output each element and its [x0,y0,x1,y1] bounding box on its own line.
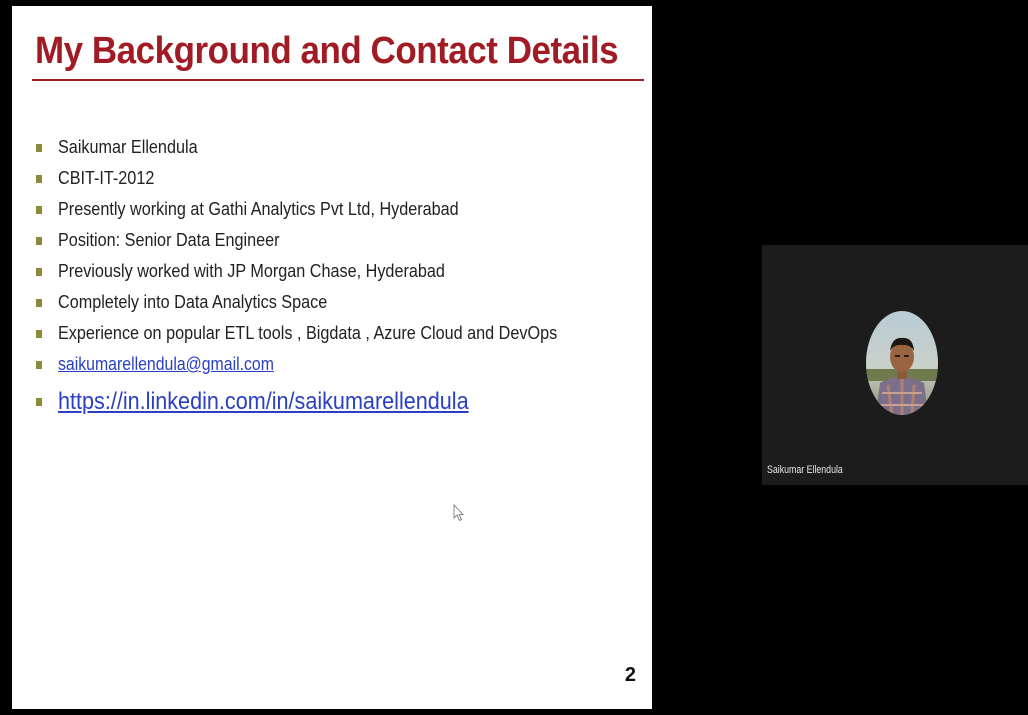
participant-video-tile[interactable]: Saikumar Ellendula [762,245,1028,485]
participant-photo [866,311,938,415]
shared-slide: My Background and Contact Details Saikum… [12,6,652,709]
list-item: Saikumar Ellendula [36,132,613,163]
list-item: saikumarellendula@gmail.com [36,349,613,380]
list-item: Completely into Data Analytics Space [36,287,613,318]
bullet-icon [36,143,42,152]
bullet-icon [36,174,42,183]
bullet-text: Previously worked with JP Morgan Chase, … [58,261,445,281]
bullet-text: Completely into Data Analytics Space [58,292,328,312]
bullet-icon [36,205,42,214]
email-link[interactable]: saikumarellendula@gmail.com [58,354,274,375]
bullet-icon [36,360,42,369]
window-edge [0,0,12,715]
bullet-icon [36,267,42,276]
title-underline [32,79,644,81]
list-item: https://in.linkedin.com/in/saikumarellen… [36,382,613,422]
bullet-list: Saikumar Ellendula CBIT-IT-2012 Presentl… [36,132,613,422]
list-item: Position: Senior Data Engineer [36,225,613,256]
list-item: Previously worked with JP Morgan Chase, … [36,256,613,287]
bullet-text: CBIT-IT-2012 [58,168,155,188]
bullet-text: Saikumar Ellendula [58,137,198,157]
list-item: Experience on popular ETL tools , Bigdat… [36,318,613,349]
meeting-window: My Background and Contact Details Saikum… [0,0,1028,715]
bullet-text: Presently working at Gathi Analytics Pvt… [58,199,459,219]
bullet-text: Position: Senior Data Engineer [58,230,280,250]
bullet-icon [36,236,42,245]
mouse-cursor-icon [453,504,465,522]
slide-title: My Background and Contact Details [35,30,619,72]
participant-name-label: Saikumar Ellendula [767,464,843,476]
bullet-icon [36,298,42,307]
bullet-icon [36,329,42,338]
linkedin-link[interactable]: https://in.linkedin.com/in/saikumarellen… [58,388,469,416]
bullet-icon [36,398,42,406]
slide-page-number: 2 [624,664,636,686]
list-item: Presently working at Gathi Analytics Pvt… [36,194,613,225]
list-item: CBIT-IT-2012 [36,163,613,194]
bullet-text: Experience on popular ETL tools , Bigdat… [58,323,558,343]
